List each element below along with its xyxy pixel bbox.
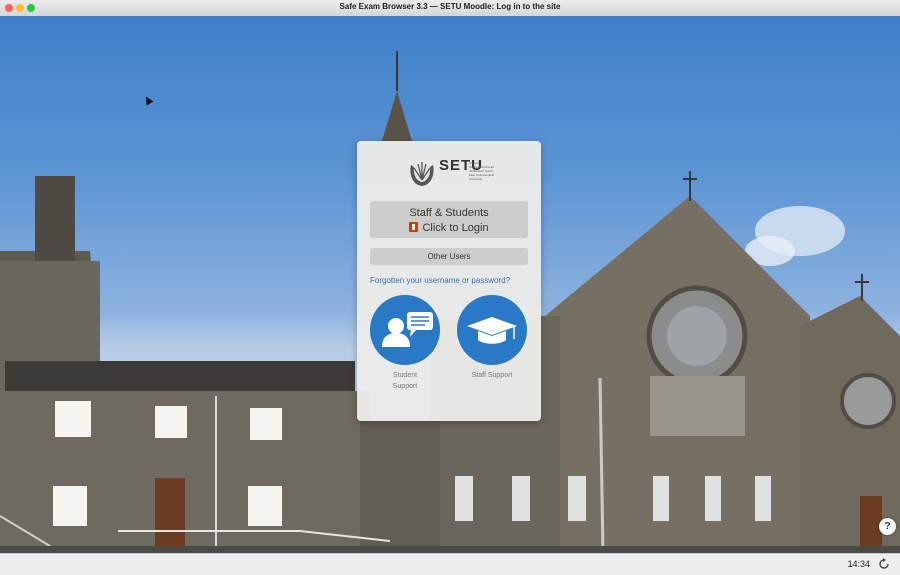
staff-support-button[interactable] [457,295,527,365]
window-title: Safe Exam Browser 3.3 — SETU Moodle: Log… [339,2,561,11]
setu-logo: SETU Ollscoil Teicneolaíochta an Oirdhei… [407,158,497,195]
login-button-line1: Staff & Students [409,207,489,219]
clock: 14:34 [847,559,870,569]
reload-icon[interactable] [878,558,890,570]
staff-support-label: Staff Support [471,372,513,379]
forgot-password-link[interactable]: Forgotten your username or password? [370,276,510,285]
student-support-label: Student Support [392,372,418,390]
setu-emblem-icon [410,162,434,186]
other-users-button[interactable]: Other Users [370,248,528,265]
graduation-cap-icon [467,317,517,344]
seb-taskbar: 14:34 [0,553,900,575]
setu-logo-subtitle: Ollscoil Teicneolaíochta an Oirdheiscirt… [469,161,495,181]
staff-students-login-button[interactable]: Staff & Students Click to Login [370,201,528,238]
student-support-button[interactable] [370,295,440,365]
office-icon [409,222,419,232]
login-button-line2: Click to Login [370,222,528,234]
help-button[interactable]: ? [879,518,896,535]
student-support-icon [382,312,433,347]
login-card: SETU Ollscoil Teicneolaíochta an Oirdhei… [357,141,541,421]
click-to-login-label: Click to Login [422,222,489,234]
window-titlebar: Safe Exam Browser 3.3 — SETU Moodle: Log… [0,0,900,17]
